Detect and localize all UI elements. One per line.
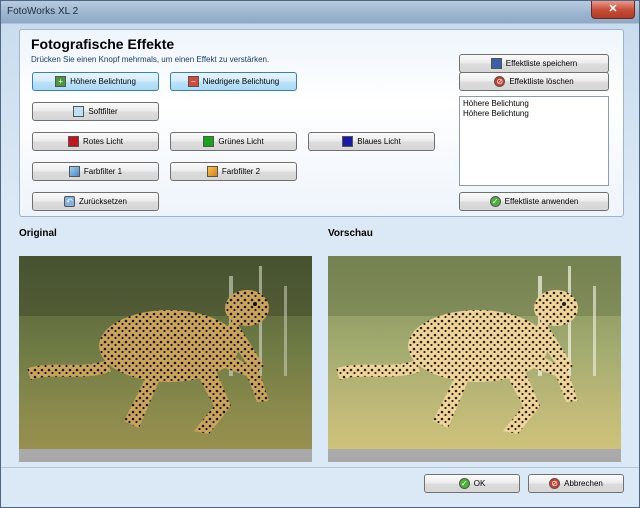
exposure-down-icon: − <box>187 76 199 87</box>
color-filter-2-label: Farbfilter 2 <box>221 167 261 176</box>
cancel-label: Abbrechen <box>564 479 603 488</box>
title-bar[interactable]: FotoWorks XL 2 ✕ <box>1 1 639 23</box>
exposure-up-icon: + <box>55 76 67 87</box>
save-effect-list-label: Effektliste speichern <box>505 59 578 68</box>
effects-panel: Fotografische Effekte Drücken Sie einen … <box>19 29 624 217</box>
cheetah-photo-preview <box>328 256 621 462</box>
original-image <box>19 256 312 462</box>
page-title: Fotografische Effekte <box>31 36 175 52</box>
apply-effect-list-button[interactable]: ✓ Effektliste anwenden <box>459 192 609 211</box>
blue-light-label: Blaues Licht <box>357 137 401 146</box>
delete-effect-list-button[interactable]: ⊘ Effektliste löschen <box>459 72 609 91</box>
color-filter-1-label: Farbfilter 1 <box>83 167 123 176</box>
effect-list[interactable]: Höhere Belichtung Höhere Belichtung <box>459 96 609 186</box>
cheetah-photo-original <box>19 256 312 462</box>
checkmark-icon: ✓ <box>458 478 470 489</box>
app-window: FotoWorks XL 2 ✕ Fotografische Effekte D… <box>0 0 640 508</box>
blue-light-button[interactable]: Blaues Licht <box>308 132 435 151</box>
lower-exposure-button[interactable]: − Niedrigere Belichtung <box>170 72 297 91</box>
cancel-button[interactable]: ⊘ Abbrechen <box>528 474 624 493</box>
soft-filter-button[interactable]: Softfilter <box>32 102 159 121</box>
instructions-text: Drücken Sie einen Knopf mehrmals, um ein… <box>31 55 270 64</box>
checkmark-icon: ✓ <box>489 196 501 207</box>
undo-icon: ↶ <box>63 196 75 207</box>
preview-image-footer <box>328 449 621 462</box>
green-light-button[interactable]: Grünes Licht <box>170 132 297 151</box>
ok-button[interactable]: ✓ OK <box>424 474 520 493</box>
color-filter-1-button[interactable]: Farbfilter 1 <box>32 162 159 181</box>
higher-exposure-button[interactable]: + Höhere Belichtung <box>32 72 159 91</box>
original-label: Original <box>19 228 57 239</box>
soft-filter-label: Softfilter <box>88 107 118 116</box>
footer-divider <box>1 467 639 468</box>
delete-effect-list-label: Effektliste löschen <box>509 77 574 86</box>
red-light-label: Rotes Licht <box>82 137 124 146</box>
soft-filter-icon <box>73 106 85 117</box>
save-effect-list-button[interactable]: Effektliste speichern <box>459 54 609 73</box>
ok-label: OK <box>473 479 486 488</box>
higher-exposure-label: Höhere Belichtung <box>70 77 136 86</box>
cancel-icon: ⊘ <box>549 478 561 489</box>
apply-effect-list-label: Effektliste anwenden <box>504 197 579 206</box>
window-title: FotoWorks XL 2 <box>7 6 79 17</box>
floppy-disk-icon <box>490 58 502 69</box>
blue-swatch-icon <box>342 136 354 147</box>
preview-label: Vorschau <box>328 228 373 239</box>
red-swatch-icon <box>67 136 79 147</box>
close-button[interactable]: ✕ <box>591 1 635 19</box>
color-filter-2-icon <box>206 166 218 177</box>
original-image-footer <box>19 449 312 462</box>
delete-icon: ⊘ <box>494 76 506 87</box>
reset-button[interactable]: ↶ Zurücksetzen <box>32 192 159 211</box>
red-light-button[interactable]: Rotes Licht <box>32 132 159 151</box>
reset-label: Zurücksetzen <box>78 197 128 206</box>
color-filter-2-button[interactable]: Farbfilter 2 <box>170 162 297 181</box>
green-light-label: Grünes Licht <box>218 137 264 146</box>
list-item[interactable]: Höhere Belichtung <box>463 109 605 119</box>
green-swatch-icon <box>203 136 215 147</box>
color-filter-1-icon <box>68 166 80 177</box>
preview-image <box>328 256 621 462</box>
list-item[interactable]: Höhere Belichtung <box>463 99 605 109</box>
lower-exposure-label: Niedrigere Belichtung <box>202 77 280 86</box>
